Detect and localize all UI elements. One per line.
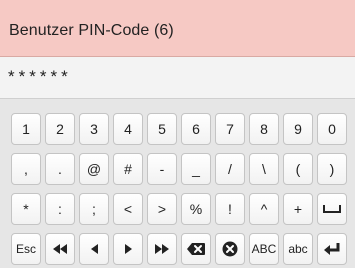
key-0[interactable]: 0 (317, 113, 347, 145)
left-arrow-icon (90, 243, 99, 255)
space-key[interactable] (317, 193, 347, 225)
key-semicolon[interactable]: ; (79, 193, 109, 225)
key-slash[interactable]: / (215, 153, 245, 185)
key-period[interactable]: . (45, 153, 75, 185)
key-8[interactable]: 8 (249, 113, 279, 145)
double-right-arrow-icon (154, 243, 170, 255)
key-plus[interactable]: + (283, 193, 313, 225)
key-asterisk[interactable]: * (11, 193, 41, 225)
key-9[interactable]: 9 (283, 113, 313, 145)
clear-key[interactable] (215, 233, 245, 265)
key-exclamation[interactable]: ! (215, 193, 245, 225)
enter-icon (323, 242, 341, 256)
key-1[interactable]: 1 (11, 113, 41, 145)
rewind-key[interactable] (45, 233, 75, 265)
dialog-title: Benutzer PIN-Code (6) (9, 22, 174, 39)
left-key[interactable] (79, 233, 109, 265)
abc-lower-key[interactable]: abc (283, 233, 313, 265)
key-hash[interactable]: # (113, 153, 143, 185)
key-close-paren[interactable]: ) (317, 153, 347, 185)
key-5[interactable]: 5 (147, 113, 177, 145)
key-minus[interactable]: - (147, 153, 177, 185)
key-at[interactable]: @ (79, 153, 109, 185)
double-left-arrow-icon (52, 243, 68, 255)
right-arrow-icon (124, 243, 133, 255)
dialog-header: Benutzer PIN-Code (6) (0, 0, 355, 57)
key-3[interactable]: 3 (79, 113, 109, 145)
key-caret[interactable]: ^ (249, 193, 279, 225)
fast-forward-key[interactable] (147, 233, 177, 265)
key-percent[interactable]: % (181, 193, 211, 225)
key-less-than[interactable]: < (113, 193, 143, 225)
key-4[interactable]: 4 (113, 113, 143, 145)
enter-key[interactable] (317, 233, 347, 265)
right-key[interactable] (113, 233, 143, 265)
key-open-paren[interactable]: ( (283, 153, 313, 185)
key-greater-than[interactable]: > (147, 193, 177, 225)
key-6[interactable]: 6 (181, 113, 211, 145)
key-2[interactable]: 2 (45, 113, 75, 145)
key-underscore[interactable]: _ (181, 153, 211, 185)
space-icon (323, 204, 341, 214)
esc-key[interactable]: Esc (11, 233, 41, 265)
pin-input-field[interactable]: ****** (0, 57, 355, 99)
key-comma[interactable]: , (11, 153, 41, 185)
abc-upper-key[interactable]: ABC (249, 233, 279, 265)
on-screen-keyboard: 1 2 3 4 5 6 7 8 9 0 , . @ # - _ / \ ( ) … (0, 105, 355, 268)
pin-input-value: ****** (8, 67, 72, 86)
backspace-icon (186, 242, 206, 256)
clear-icon (222, 241, 238, 257)
key-colon[interactable]: : (45, 193, 75, 225)
backspace-key[interactable] (181, 233, 211, 265)
key-7[interactable]: 7 (215, 113, 245, 145)
key-backslash[interactable]: \ (249, 153, 279, 185)
